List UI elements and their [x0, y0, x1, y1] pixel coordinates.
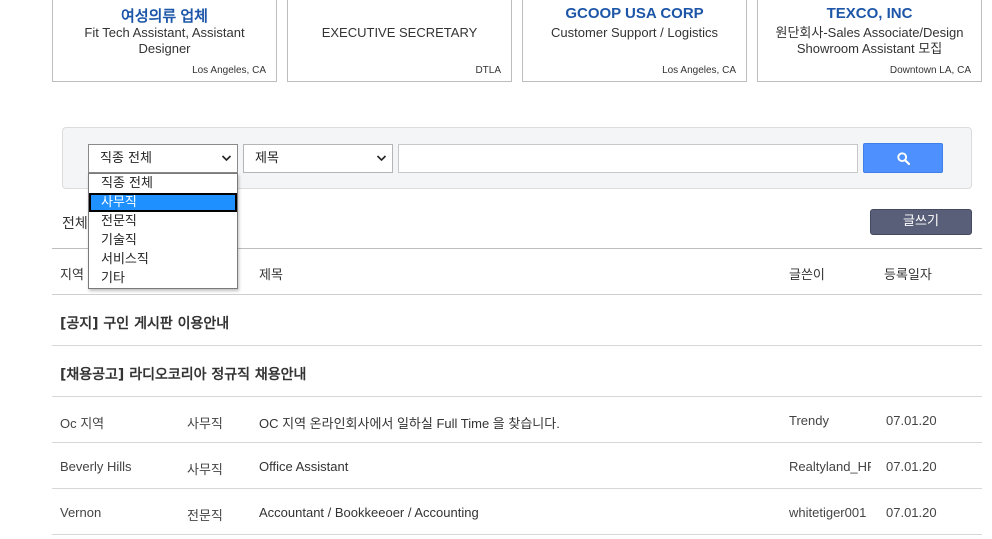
post-category: 사무직 [187, 416, 223, 431]
table-row[interactable]: Oc 지역 사무직 OC 지역 온라인회사에서 일하실 Full Time 을 … [52, 397, 982, 443]
category-option-highlighted[interactable]: 사무직 [89, 193, 237, 212]
company-cards: 여성의류 업체 Fit Tech Assistant, Assistant De… [52, 0, 982, 82]
job-title[interactable]: EXECUTIVE SECRETARY [296, 25, 503, 41]
post-category: 사무직 [187, 462, 223, 477]
company-card[interactable]: 여성의류 업체 Fit Tech Assistant, Assistant De… [52, 0, 277, 82]
post-author: Realtyland_HR [789, 459, 871, 474]
notice-row[interactable]: [공지] 구인 게시판 이용안내 [52, 295, 982, 346]
category-option[interactable]: 기타 [89, 269, 237, 288]
post-author: whitetiger001 [789, 505, 867, 520]
post-region: Oc 지역 [60, 416, 105, 431]
search-icon [897, 152, 910, 165]
notice-title[interactable]: [공지] 구인 게시판 이용안내 [60, 313, 229, 333]
job-location: DTLA [475, 65, 501, 76]
post-category: 전문직 [187, 508, 223, 523]
company-card[interactable]: TEXCO, INC 원단회사-Sales Associate/Design S… [757, 0, 982, 82]
header-date: 등록일자 [884, 268, 932, 283]
job-location: Los Angeles, CA [192, 65, 266, 76]
post-region: Vernon [60, 505, 102, 520]
notice-title[interactable]: [채용공고] 라디오코리아 정규직 채용안내 [60, 364, 306, 384]
write-button[interactable]: 글쓰기 [870, 209, 972, 235]
chevron-down-icon [376, 145, 387, 182]
post-title[interactable]: OC 지역 온라인회사에서 일하실 Full Time 을 찾습니다. [259, 413, 779, 432]
category-option[interactable]: 서비스직 [89, 250, 237, 269]
table-row[interactable]: Beverly Hills 사무직 Office Assistant Realt… [52, 443, 982, 489]
post-date: 07.01.20 [886, 505, 937, 520]
category-option[interactable]: 기술직 [89, 231, 237, 250]
job-location: Los Angeles, CA [662, 65, 736, 76]
post-title[interactable]: Accountant / Bookkeeoer / Accounting [259, 505, 779, 520]
category-option[interactable]: 직종 전체 [89, 174, 237, 193]
post-author: Trendy [789, 413, 829, 428]
search-input[interactable] [398, 144, 858, 173]
post-date: 07.01.20 [886, 413, 937, 428]
table-row[interactable]: Vernon 전문직 Accountant / Bookkeeoer / Acc… [52, 489, 982, 535]
search-button[interactable] [863, 143, 943, 173]
job-title[interactable]: Customer Support / Logistics [531, 25, 738, 41]
company-name[interactable]: TEXCO, INC [758, 5, 981, 22]
notice-row[interactable]: [채용공고] 라디오코리아 정규직 채용안내 [52, 346, 982, 397]
header-author: 글쓴이 [789, 268, 825, 283]
header-title: 제목 [259, 268, 283, 283]
category-option[interactable]: 전문직 [89, 212, 237, 231]
category-select[interactable]: 직종 전체 [88, 144, 238, 173]
job-title[interactable]: 원단회사-Sales Associate/Design Showroom Ass… [766, 25, 973, 57]
total-count: 전체 [62, 216, 88, 232]
company-name[interactable]: GCOOP USA CORP [523, 5, 746, 22]
job-location: Downtown LA, CA [889, 65, 971, 76]
job-title[interactable]: Fit Tech Assistant, Assistant Designer [61, 25, 268, 57]
company-card[interactable]: GCOOP USA CORP Customer Support / Logist… [522, 0, 747, 82]
search-field-value: 제목 [255, 151, 279, 166]
post-region: Beverly Hills [60, 459, 132, 474]
company-card[interactable]: EXECUTIVE SECRETARY DTLA [287, 0, 512, 82]
company-name[interactable]: 여성의류 업체 [53, 5, 276, 26]
post-date: 07.01.20 [886, 459, 937, 474]
header-region: 지역 [60, 268, 84, 283]
search-field-select[interactable]: 제목 [243, 144, 393, 173]
category-dropdown-list: 직종 전체 사무직 전문직 기술직 서비스직 기타 [88, 173, 238, 289]
post-title[interactable]: Office Assistant [259, 459, 779, 474]
category-select-value: 직종 전체 [100, 151, 152, 166]
